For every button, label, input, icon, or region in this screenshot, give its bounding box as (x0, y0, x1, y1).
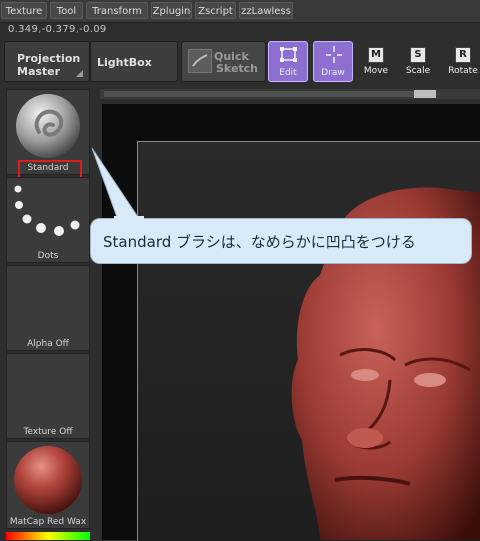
menu-zscript[interactable]: Zscript (195, 2, 236, 19)
scale-label: Scale (405, 66, 431, 76)
scrollbar-thumb[interactable] (414, 90, 436, 98)
quick-sketch-button[interactable]: Quick Sketch (181, 41, 266, 82)
menu-zzlawless[interactable]: zzLawless (239, 2, 293, 19)
edit-mode-button[interactable]: Edit (268, 41, 308, 82)
scale-button[interactable]: S Scale (401, 45, 435, 81)
callout-seam (114, 216, 144, 222)
material-sphere-icon (14, 446, 82, 514)
texture-tile[interactable]: Texture Off (6, 353, 90, 439)
alpha-tile[interactable]: Alpha Off (6, 265, 90, 351)
draw-label: Draw (321, 68, 345, 78)
dots-stroke-icon (14, 185, 80, 236)
lightbox-button[interactable]: LightBox (90, 41, 178, 82)
menu-texture[interactable]: Texture (1, 2, 47, 19)
draw-icon (326, 46, 342, 63)
edit-label: Edit (279, 68, 297, 78)
edit-icon (280, 47, 297, 62)
quick-sketch-label-2: Sketch (216, 62, 259, 75)
projection-master-button[interactable]: Projection Master (4, 41, 90, 82)
cursor-coordinates: 0.349,-0.379,-0.09 (8, 24, 107, 35)
menu-tool[interactable]: Tool (50, 2, 83, 19)
sketch-icon (188, 49, 212, 73)
move-button[interactable]: M Move (359, 45, 393, 81)
material-label: MatCap Red Wax (9, 517, 87, 527)
stroke-dots-tile[interactable]: Dots (6, 177, 90, 263)
standard-brush-icon (16, 94, 80, 158)
coord-z: -0.09 (79, 24, 107, 35)
projection-label-1: Projection (17, 52, 81, 65)
move-icon: M (368, 47, 384, 63)
rotate-button[interactable]: R Rotate (446, 45, 480, 81)
alpha-label: Alpha Off (27, 339, 69, 349)
move-label: Move (363, 66, 389, 76)
draw-mode-button[interactable]: Draw (313, 41, 353, 82)
corner-arrow-icon (76, 70, 83, 77)
color-picker-strip[interactable] (6, 532, 90, 540)
rotate-icon: R (455, 47, 471, 63)
menu-transform[interactable]: Transform (86, 2, 148, 19)
rotate-label: Rotate (448, 66, 478, 76)
coord-x: 0.349 (8, 24, 39, 35)
scale-icon: S (410, 47, 426, 63)
menu-bar: Texture Tool Transform Zplugin Zscript z… (0, 0, 480, 23)
coord-y: -0.379 (41, 24, 76, 35)
projection-label-2: Master (17, 65, 61, 78)
dots-label: Dots (37, 251, 59, 261)
lightbox-label: LightBox (97, 56, 152, 69)
material-tile[interactable]: MatCap Red Wax (6, 441, 90, 529)
callout-text: Standard ブラシは、なめらかに凹凸をつける (103, 233, 416, 251)
texture-label: Texture Off (23, 427, 73, 437)
menu-zplugin[interactable]: Zplugin (151, 2, 192, 19)
canvas-scrollbar[interactable] (100, 89, 480, 99)
callout-bubble: Standard ブラシは、なめらかに凹凸をつける (90, 218, 472, 264)
